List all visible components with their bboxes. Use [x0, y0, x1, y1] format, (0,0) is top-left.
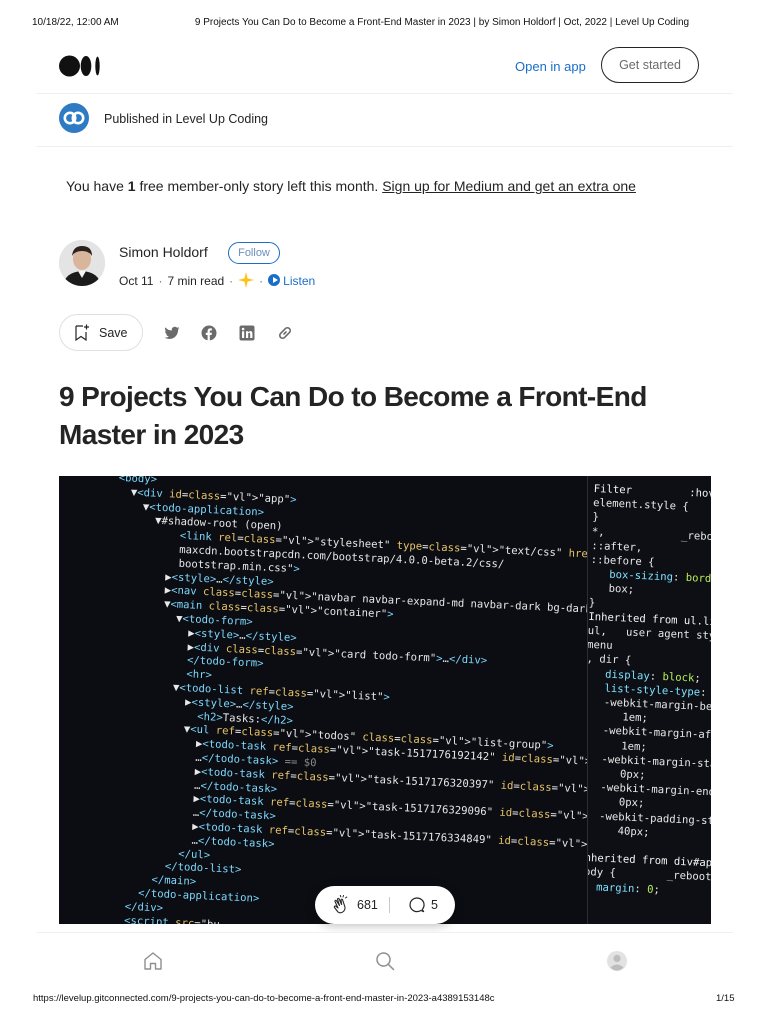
profile-icon[interactable] [606, 950, 628, 972]
article-meta: Oct 11 · 7 min read · · Listen [119, 272, 315, 288]
devtools-styles-panel: Filter :hov element.style {} *, _reboot.::… [587, 476, 711, 924]
bottom-navigation [36, 932, 733, 988]
listen-button[interactable]: Listen [268, 274, 315, 288]
author-name[interactable]: Simon Holdorf [119, 244, 208, 260]
response-count: 5 [431, 898, 438, 912]
notice-middle: free member-only story left this month. [135, 178, 379, 194]
level-up-coding-logo[interactable] [59, 103, 89, 133]
responses-button[interactable]: 5 [390, 896, 438, 914]
bookmark-add-icon [75, 324, 89, 341]
print-date: 10/18/22, 12:00 AM [32, 17, 119, 28]
publication-label[interactable]: Published in Level Up Coding [104, 112, 268, 126]
save-label: Save [99, 325, 128, 340]
notice-count: 1 [127, 178, 136, 194]
publish-date: Oct 11 [119, 274, 154, 288]
devtools-styles-code: Filter :hov element.style {} *, _reboot.::… [588, 482, 711, 903]
twitter-icon[interactable] [164, 325, 180, 341]
follow-button[interactable]: Follow [228, 242, 280, 264]
print-page-title: 9 Projects You Can Do to Become a Front-… [194, 17, 690, 28]
medium-logo[interactable] [59, 55, 101, 77]
read-time: 7 min read [167, 274, 225, 288]
search-icon[interactable] [374, 950, 396, 972]
notice-prefix: You have [66, 178, 128, 194]
avatar-photo [59, 240, 105, 286]
article-title: 9 Projects You Can Do to Become a Front-… [59, 381, 647, 450]
clap-count: 681 [357, 898, 378, 912]
signup-link[interactable]: Sign up for Medium and get an extra one [382, 178, 636, 194]
author-avatar[interactable] [59, 240, 105, 286]
header-divider [36, 93, 733, 94]
hero-image: <body> ▼<div id=class="vl">"app"> ▼<todo… [59, 476, 711, 924]
clap-icon [333, 895, 348, 914]
clap-button[interactable]: 681 [315, 895, 389, 915]
facebook-icon[interactable] [201, 325, 217, 341]
publication-divider [36, 146, 733, 147]
listen-label: Listen [283, 274, 316, 288]
meta-dot: · [229, 274, 234, 288]
meta-dot: · [259, 274, 264, 288]
member-notice: You have 1 free member-only story left t… [66, 178, 636, 194]
play-icon [268, 274, 281, 286]
save-button[interactable]: Save [59, 314, 143, 351]
open-in-app-link[interactable]: Open in app [515, 59, 586, 74]
get-started-button[interactable]: Get started [601, 47, 699, 83]
linkedin-icon[interactable] [239, 325, 255, 341]
link-icon[interactable] [277, 325, 293, 341]
home-icon[interactable] [142, 950, 164, 972]
sparkle-star-icon [238, 272, 255, 288]
publication-icon [63, 111, 85, 125]
comment-bubble-icon [409, 897, 425, 913]
engagement-bar: 681 5 [315, 886, 455, 924]
devtools-elements-code: <body> ▼<div id=class="vl">"app"> ▼<todo… [98, 476, 711, 924]
print-page-number: 1/15 [716, 993, 735, 1004]
meta-dot: · [158, 274, 163, 288]
print-url: https://levelup.gitconnected.com/9-proje… [33, 993, 495, 1004]
